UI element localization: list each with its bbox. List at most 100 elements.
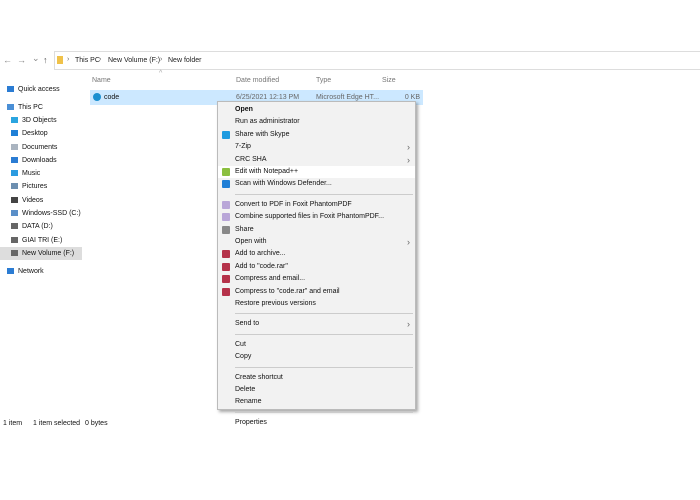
menu-item-label: Convert to PDF in Foxit PhantomPDF [235,200,352,208]
sidebar-item-label: Music [22,170,41,177]
menu-item-7-zip[interactable]: 7-Zip › [218,141,415,153]
sidebar-item-label: Documents [22,144,58,151]
menu-item-label: Add to "code.rar" [235,262,288,270]
menu-item-share-with-skype[interactable]: Share with Skype [218,129,415,141]
menu-item-label: Send to [235,320,260,328]
column-header-name[interactable]: Name [92,77,111,84]
menu-item-label: Compress and email... [235,275,306,283]
sidebar-item-giai-tri-e[interactable]: GIAI TRI (E:) [0,234,82,247]
menu-item-share[interactable]: Share [218,224,415,236]
menu-item-create-shortcut[interactable]: Create shortcut [218,372,415,384]
menu-item-send-to[interactable]: Send to › [218,318,415,330]
sidebar-item-label: DATA (D:) [22,223,53,230]
menu-item-label: Run as administrator [235,118,300,126]
drive-icon [11,223,18,230]
chevron-right-icon: › [407,142,410,153]
notepadpp-icon [222,168,230,176]
menu-item-combine-supported-files-in-foxit-phantompdf[interactable]: Combine supported files in Foxit Phantom… [218,211,415,223]
menu-item-label: Share with Skype [235,130,290,138]
menu-item-label: Open [235,106,253,113]
menu-item-label: Rename [235,398,262,406]
menu-item-run-as-administrator[interactable]: Run as administrator [218,116,415,128]
sidebar-item-this-pc[interactable]: This PC [0,101,82,114]
menu-item-label: Open with [235,238,267,245]
menu-item-delete[interactable]: Delete [218,384,415,396]
sidebar-item-desktop[interactable]: Desktop [0,127,82,140]
drive-icon [11,237,18,244]
sidebar-item-downloads[interactable]: Downloads [0,154,82,167]
menu-item-label: Create shortcut [235,373,283,381]
sidebar-item-label: Videos [22,197,44,204]
menu-item-crc-sha[interactable]: CRC SHA › [218,154,415,166]
menu-item-compress-and-email[interactable]: Compress and email... [218,273,415,285]
status-item-count: 1 item [3,420,23,427]
sidebar-item-quick-access[interactable]: Quick access [0,83,82,96]
pictures-icon [11,183,18,190]
winrar-icon [222,262,230,271]
forward-button[interactable]: → [17,55,26,65]
breadcrumb-new-volume[interactable]: New Volume (F:) [108,57,160,64]
sidebar-item-windows-ssd-c[interactable]: Windows-SSD (C:) [0,207,82,220]
menu-item-label: 7-Zip [235,143,251,151]
sidebar-item-3d-objects[interactable]: 3D Objects [0,114,82,127]
computer-icon [7,104,14,111]
sidebar-item-documents[interactable]: Documents [0,141,82,154]
menu-item-label: Cut [235,340,246,348]
menu-item-label: Scan with Windows Defender... [235,180,332,188]
menu-item-scan-with-windows-defender[interactable]: Scan with Windows Defender... [218,178,415,190]
menu-separator [235,411,413,413]
sidebar-item-network[interactable]: Network [0,265,82,278]
file-name: code [104,94,120,101]
back-button[interactable]: ← [3,55,12,65]
sidebar-item-new-volume-f[interactable]: New Volume (F:) [0,247,82,260]
column-header-date[interactable]: Date modified [236,77,279,84]
folder-icon [57,56,63,64]
sidebar-item-music[interactable]: Music [0,167,82,180]
breadcrumb-new-folder[interactable]: New folder [168,57,201,64]
status-size: 0 bytes [85,420,108,427]
share-icon [222,225,230,234]
menu-item-open-with[interactable]: Open with › [218,236,415,248]
chevron-right-icon: › [407,237,410,247]
column-header-type[interactable]: Type [316,77,331,84]
menu-separator [235,193,413,195]
menu-item-label: Copy [235,353,252,361]
menu-item-properties[interactable]: Properties [218,417,415,429]
menu-item-convert-to-pdf-in-foxit-phantompdf[interactable]: Convert to PDF in Foxit PhantomPDF [218,199,415,211]
menu-item-label: Properties [235,418,267,426]
drive-icon [11,210,18,217]
sidebar-item-pictures[interactable]: Pictures [0,180,82,193]
menu-item-copy[interactable]: Copy [218,351,415,363]
document-icon [11,144,18,151]
winrar-icon [222,287,230,296]
videos-icon [11,197,18,204]
breadcrumb-this-pc[interactable]: This PC [75,57,100,64]
menu-item-label: Combine supported files in Foxit Phantom… [235,213,385,221]
menu-item-add-to-archive[interactable]: Add to archive... [218,248,415,260]
drive-icon [11,250,18,257]
menu-item-add-to-code-rar[interactable]: Add to "code.rar" [218,261,415,273]
menu-item-edit-with-notepadpp[interactable]: Edit with Notepad++ [218,166,415,178]
menu-item-cut[interactable]: Cut [218,339,415,351]
recent-locations-button[interactable]: ⌄ [32,53,40,64]
chevron-icon: › [160,56,163,63]
sidebar-item-label: Quick access [18,86,60,93]
foxit-icon [222,200,230,209]
menu-item-open[interactable]: Open [218,104,415,116]
sidebar-item-data-d[interactable]: DATA (D:) [0,220,82,233]
menu-item-restore-previous-versions[interactable]: Restore previous versions [218,298,415,310]
sort-up-icon: ^ [159,70,163,77]
up-button[interactable]: ↑ [43,55,48,65]
network-icon [7,268,14,275]
sidebar-item-videos[interactable]: Videos [0,194,82,207]
edge-icon [93,93,101,101]
menu-item-compress-to-code-rar-and-email[interactable]: Compress to "code.rar" and email [218,286,415,298]
skype-icon [222,130,230,139]
winrar-icon [222,250,230,259]
status-selected: 1 item selected [33,420,81,427]
desktop-icon [11,130,18,137]
sidebar-item-label: Downloads [22,157,57,164]
sidebar-item-label: Desktop [22,130,48,137]
menu-item-rename[interactable]: Rename [218,396,415,408]
column-header-size[interactable]: Size [382,77,396,84]
